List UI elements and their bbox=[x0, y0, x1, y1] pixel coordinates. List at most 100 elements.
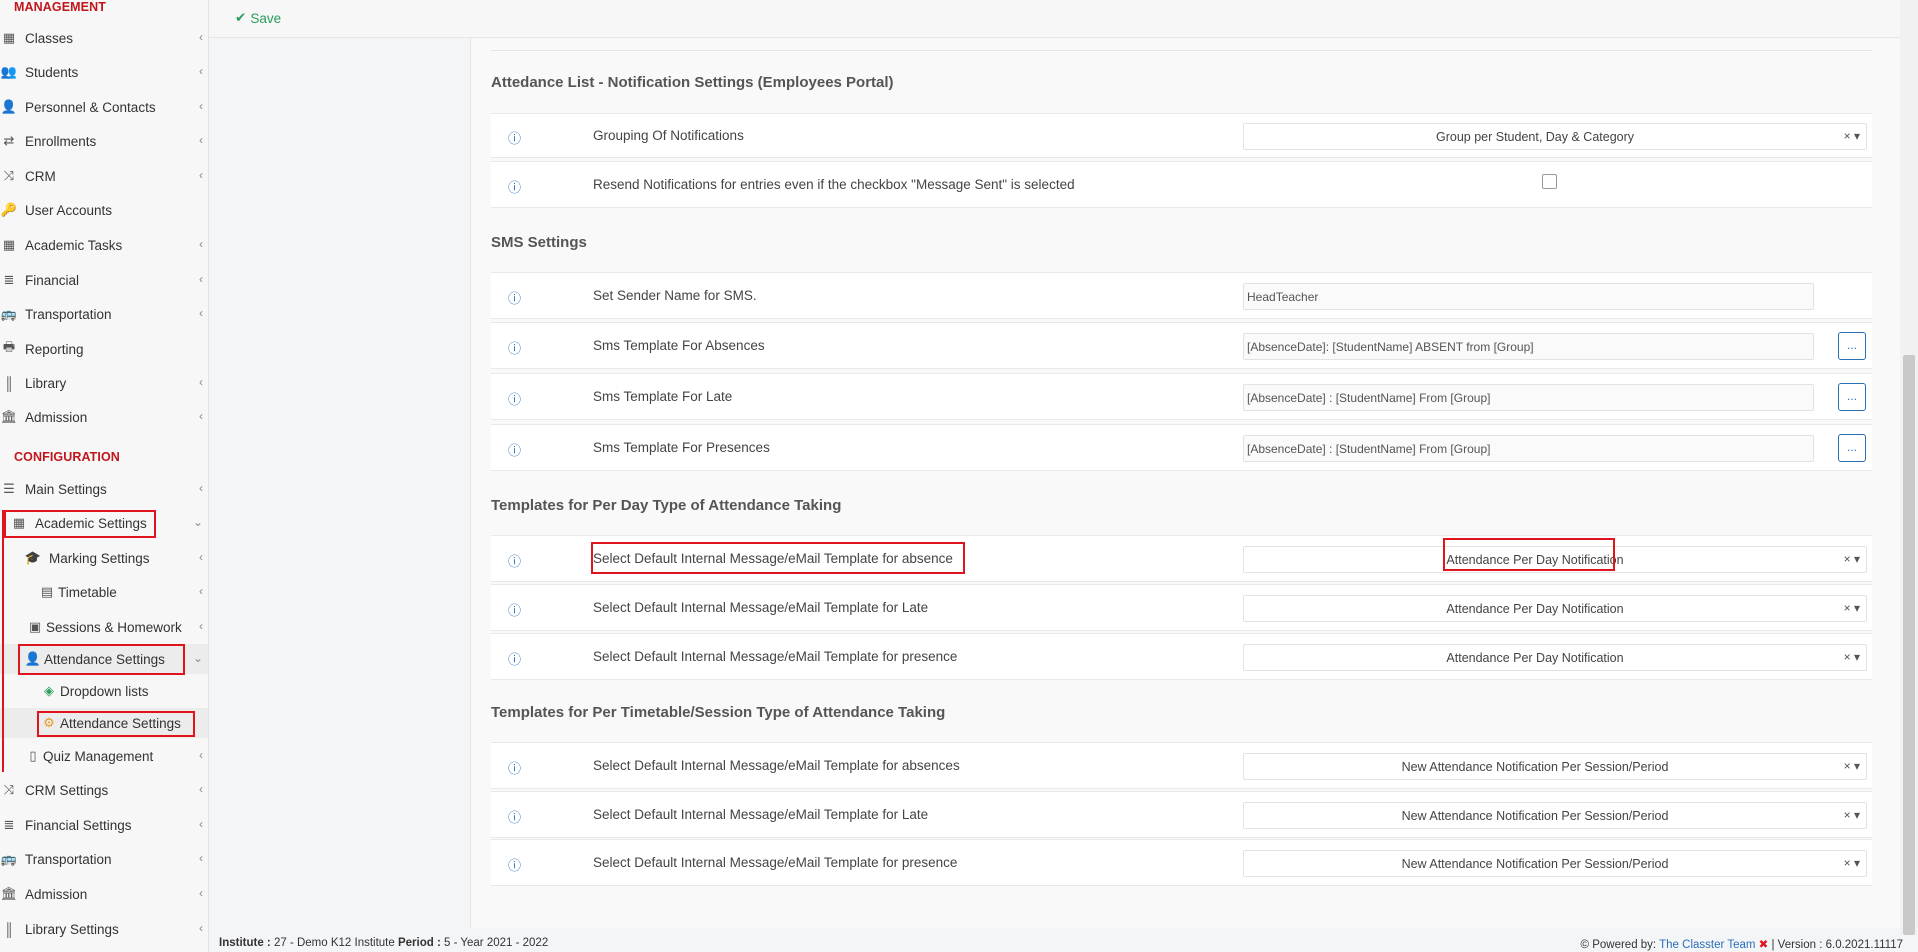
toolbar: ✔ Save bbox=[209, 0, 1918, 38]
template-picker-button[interactable]: ... bbox=[1838, 383, 1866, 411]
chevron-left-icon: ‹ bbox=[199, 30, 203, 44]
per-day-late-select[interactable]: Attendance Per Day Notification × ▾ bbox=[1243, 595, 1867, 622]
sidebar-item-classes[interactable]: ▦ Classes ‹ bbox=[0, 23, 208, 53]
info-icon[interactable]: ⓘ bbox=[508, 855, 521, 874]
books-icon: ║ bbox=[4, 375, 14, 391]
info-icon[interactable]: ⓘ bbox=[508, 128, 521, 147]
footer-institute-info: Institute : 27 - Demo K12 Institute Peri… bbox=[219, 937, 549, 949]
clear-dropdown-icon[interactable]: × ▾ bbox=[1844, 650, 1860, 664]
clear-dropdown-icon[interactable]: × ▾ bbox=[1844, 552, 1860, 566]
clear-dropdown-icon[interactable]: × ▾ bbox=[1844, 856, 1860, 870]
team-link[interactable]: The Classter Team bbox=[1659, 939, 1755, 951]
quiz-icon: ▯ bbox=[29, 748, 37, 763]
sidebar-item-timetable[interactable]: ▤ Timetable ‹ bbox=[0, 577, 208, 607]
sidebar-item-user-accounts[interactable]: 🔑 User Accounts bbox=[0, 195, 208, 225]
sidebar-item-students[interactable]: 👥 Students ‹ bbox=[0, 57, 208, 87]
person-icon: 👤 bbox=[0, 99, 18, 114]
template-picker-button[interactable]: ... bbox=[1838, 434, 1866, 462]
sidebar-item-admission[interactable]: 🏛 Admission ‹ bbox=[0, 402, 208, 432]
sidebar-item-attendance-settings-sub[interactable]: ⚙ Attendance Settings bbox=[0, 708, 208, 738]
footer-powered-by: © Powered by: The Classter Team ✖ | Vers… bbox=[1580, 939, 1903, 951]
chevron-left-icon: ‹ bbox=[199, 375, 203, 389]
clear-dropdown-icon[interactable]: × ▾ bbox=[1844, 129, 1860, 143]
info-icon[interactable]: ⓘ bbox=[508, 551, 521, 570]
per-day-absence-select[interactable]: Attendance Per Day Notification × ▾ bbox=[1243, 546, 1867, 573]
info-icon[interactable]: ⓘ bbox=[508, 600, 521, 619]
institution-icon: 🏛 bbox=[0, 886, 18, 901]
per-session-late-select[interactable]: New Attendance Notification Per Session/… bbox=[1243, 802, 1867, 829]
scrollbar-thumb[interactable] bbox=[1903, 355, 1915, 935]
chevron-left-icon: ‹ bbox=[199, 409, 203, 423]
sidebar-item-marking-settings[interactable]: 🎓 Marking Settings ‹ bbox=[0, 543, 208, 573]
sidebar-item-transportation-settings[interactable]: 🚌 Transportation ‹ bbox=[0, 844, 208, 874]
chevron-left-icon: ‹ bbox=[199, 99, 203, 113]
books-icon: ║ bbox=[4, 921, 14, 937]
sidebar-item-attendance-settings[interactable]: 👤 Attendance Settings ⌄ bbox=[0, 644, 208, 674]
section-title-sms: SMS Settings bbox=[491, 234, 587, 251]
sidebar-item-main-settings[interactable]: ☰ Main Settings ‹ bbox=[0, 474, 208, 504]
setting-row-per-day-absence: ⓘ Select Default Internal Message/eMail … bbox=[491, 535, 1872, 582]
divider bbox=[491, 48, 1872, 51]
shuffle-icon: ⤨ bbox=[3, 168, 15, 183]
chevron-left-icon: ‹ bbox=[199, 748, 203, 762]
sidebar-item-library-settings[interactable]: ║ Library Settings ‹ bbox=[0, 914, 208, 944]
sidebar-item-crm-settings[interactable]: ⤨ CRM Settings ‹ bbox=[0, 775, 208, 805]
sidebar-item-reporting[interactable]: 🖶 Reporting bbox=[0, 334, 208, 364]
grouping-select[interactable]: Group per Student, Day & Category × ▾ bbox=[1243, 123, 1867, 150]
info-icon[interactable]: ⓘ bbox=[508, 440, 521, 459]
sidebar-item-admission-settings[interactable]: 🏛 Admission ‹ bbox=[0, 879, 208, 909]
resend-checkbox[interactable] bbox=[1542, 174, 1557, 189]
copyright-icon: © bbox=[1580, 939, 1589, 951]
sms-presences-input[interactable]: [AbsenceDate] : [StudentName] From [Grou… bbox=[1243, 435, 1814, 462]
configuration-title: CONFIGURATION bbox=[14, 450, 120, 464]
info-icon[interactable]: ⓘ bbox=[508, 649, 521, 668]
info-icon[interactable]: ⓘ bbox=[508, 758, 521, 777]
chevron-left-icon: ‹ bbox=[199, 168, 203, 182]
calendar-icon: ▤ bbox=[40, 584, 54, 599]
sms-late-input[interactable]: [AbsenceDate] : [StudentName] From [Grou… bbox=[1243, 384, 1814, 411]
sender-name-input[interactable]: HeadTeacher bbox=[1243, 283, 1814, 310]
setting-row-sender: ⓘ Set Sender Name for SMS. HeadTeacher bbox=[491, 272, 1872, 319]
sms-absences-input[interactable]: [AbsenceDate]: [StudentName] ABSENT from… bbox=[1243, 333, 1814, 360]
sidebar: MANAGEMENT ▦ Classes ‹ 👥 Students ‹ 👤 Personn… bbox=[0, 0, 209, 952]
sidebar-item-personnel[interactable]: 👤 Personnel & Contacts ‹ bbox=[0, 92, 208, 122]
section-title-per-session: Templates for Per Timetable/Session Type… bbox=[491, 704, 946, 721]
setting-row-per-day-late: ⓘ Select Default Internal Message/eMail … bbox=[491, 584, 1872, 631]
chevron-left-icon: ‹ bbox=[199, 237, 203, 251]
info-icon[interactable]: ⓘ bbox=[508, 338, 521, 357]
classes-icon: ▦ bbox=[2, 30, 16, 45]
info-icon[interactable]: ⓘ bbox=[508, 807, 521, 826]
sidebar-item-enrollments[interactable]: ⇄ Enrollments ‹ bbox=[0, 126, 208, 156]
section-title-notifications: Attedance List - Notification Settings (… bbox=[491, 74, 894, 91]
save-button[interactable]: ✔ Save bbox=[235, 10, 281, 26]
sidebar-item-financial[interactable]: ≣ Financial ‹ bbox=[0, 265, 208, 295]
info-icon[interactable]: ⓘ bbox=[508, 177, 521, 196]
sidebar-item-financial-settings[interactable]: ≣ Financial Settings ‹ bbox=[0, 810, 208, 840]
clear-dropdown-icon[interactable]: × ▾ bbox=[1844, 759, 1860, 773]
template-picker-button[interactable]: ... bbox=[1838, 332, 1866, 360]
per-day-presence-select[interactable]: Attendance Per Day Notification × ▾ bbox=[1243, 644, 1867, 671]
user-check-icon: 👤 bbox=[24, 651, 42, 666]
sidebar-item-transportation[interactable]: 🚌 Transportation ‹ bbox=[0, 299, 208, 329]
sidebar-item-library[interactable]: ║ Library ‹ bbox=[0, 368, 208, 398]
sidebar-item-crm[interactable]: ⤨ CRM ‹ bbox=[0, 161, 208, 191]
sidebar-item-academic-tasks[interactable]: ▦ Academic Tasks ‹ bbox=[0, 230, 208, 260]
clear-dropdown-icon[interactable]: × ▾ bbox=[1844, 808, 1860, 822]
sidebar-item-sessions-homework[interactable]: ▣ Sessions & Homework ‹ bbox=[0, 612, 208, 642]
setting-row-grouping: ⓘ Grouping Of Notifications Group per St… bbox=[491, 113, 1872, 158]
per-session-absences-select[interactable]: New Attendance Notification Per Session/… bbox=[1243, 753, 1867, 780]
setting-row-sms-absences: ⓘ Sms Template For Absences [AbsenceDate… bbox=[491, 322, 1872, 369]
info-icon[interactable]: ⓘ bbox=[508, 288, 521, 307]
annotation-line bbox=[2, 510, 4, 772]
sidebar-item-quiz-management[interactable]: ▯ Quiz Management ‹ bbox=[0, 741, 208, 771]
sidebar-item-dropdown-lists[interactable]: ◈ Dropdown lists bbox=[0, 676, 208, 706]
sidebar-item-academic-settings[interactable]: ▦ Academic Settings ⌄ bbox=[0, 508, 208, 538]
chevron-left-icon: ‹ bbox=[199, 851, 203, 865]
chevron-left-icon: ‹ bbox=[199, 817, 203, 831]
classroom-icon: ▦ bbox=[12, 515, 26, 530]
clear-dropdown-icon[interactable]: × ▾ bbox=[1844, 601, 1860, 615]
setting-row-per-day-presence: ⓘ Select Default Internal Message/eMail … bbox=[491, 633, 1872, 680]
info-icon[interactable]: ⓘ bbox=[508, 389, 521, 408]
per-session-presence-select[interactable]: New Attendance Notification Per Session/… bbox=[1243, 850, 1867, 877]
chevron-left-icon: ‹ bbox=[199, 886, 203, 900]
